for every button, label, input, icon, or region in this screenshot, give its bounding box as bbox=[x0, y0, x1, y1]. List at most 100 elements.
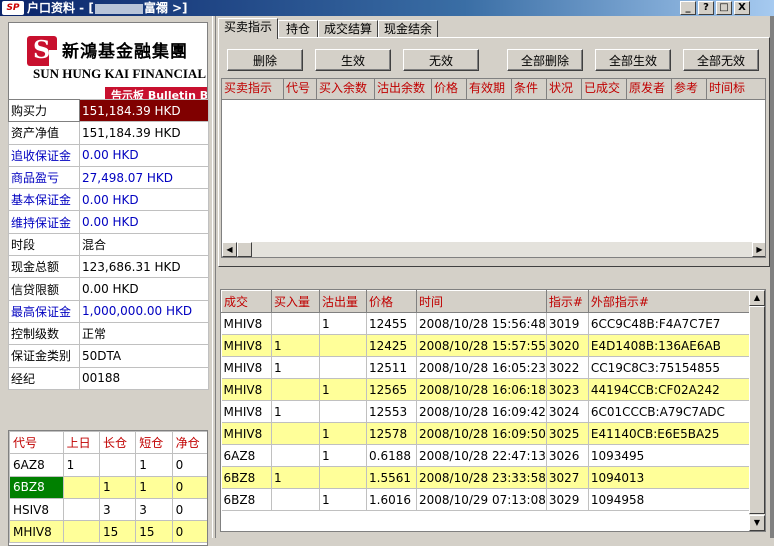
account-row[interactable]: 追收保证金 0.00 HKD bbox=[8, 143, 209, 167]
trade-cell: 1 bbox=[319, 422, 367, 445]
trade-cell: E41140CB:E6E5BA25 bbox=[588, 422, 751, 445]
orders-horizontal-scrollbar[interactable]: ◀ ▶ bbox=[222, 242, 765, 257]
scroll-down-icon[interactable]: ▼ bbox=[749, 515, 765, 531]
trade-row[interactable]: MHIV8 1 12565 2008/10/28 16:06:18 3023 44194C… bbox=[221, 378, 751, 401]
trade-cell: 2008/10/28 16:09:42 bbox=[416, 400, 547, 423]
trade-row[interactable]: 6AZ8 1 0.6188 2008/10/28 22:47:13 3026 109349… bbox=[221, 444, 751, 467]
position-cell: 6AZ8 bbox=[9, 453, 64, 477]
account-panel: 新鴻基金融集團 SUN HUNG KAI FINANCIAL 告示板 Bulle… bbox=[0, 16, 212, 546]
position-cell: 1 bbox=[135, 453, 173, 477]
account-row[interactable]: 现金总额 123,686.31 HKD bbox=[8, 255, 209, 279]
trade-cell bbox=[271, 378, 320, 401]
delete-button[interactable]: 删除 bbox=[227, 49, 303, 71]
account-row[interactable]: 时段 混合 bbox=[8, 232, 209, 257]
position-cell bbox=[98, 453, 137, 477]
trade-row[interactable]: MHIV8 1 12553 2008/10/28 16:09:42 3024 6C01CC… bbox=[221, 400, 751, 423]
trade-cell bbox=[319, 334, 367, 357]
scroll-thumb[interactable] bbox=[749, 306, 765, 514]
positions-grid: 代号 上日 长仓 短仓 净仓 6AZ8 1 1 0 6BZ8 1 1 0 HSIV8 3 3 0 … bbox=[8, 430, 208, 546]
position-cell: 1 bbox=[62, 453, 100, 477]
trades-vertical-scrollbar[interactable]: ▲ ▼ bbox=[749, 290, 765, 531]
account-value: 1,000,000.00 HKD bbox=[79, 299, 209, 323]
trade-row[interactable]: MHIV8 1 12511 2008/10/28 16:05:23 3022 CC19C8… bbox=[221, 356, 751, 379]
deactivate-all-button[interactable]: 全部无效 bbox=[683, 49, 759, 71]
account-row[interactable]: 控制级数 正常 bbox=[8, 321, 209, 346]
scroll-up-icon[interactable]: ▲ bbox=[749, 290, 765, 306]
account-row[interactable]: 商品盈亏 27,498.07 HKD bbox=[8, 165, 209, 190]
column-header[interactable]: 外部指示# bbox=[587, 290, 751, 313]
position-cell bbox=[62, 520, 100, 544]
position-cell: 1 bbox=[135, 475, 173, 499]
trade-cell: 3023 bbox=[546, 378, 589, 401]
column-header[interactable]: 条件 bbox=[512, 79, 547, 100]
account-row[interactable]: 购买力 151,184.39 HKD bbox=[8, 98, 209, 123]
trade-cell: 2008/10/28 16:05:23 bbox=[416, 356, 547, 379]
trade-row[interactable]: 6BZ8 1 1.5561 2008/10/28 23:33:58 3027 109401… bbox=[221, 466, 751, 489]
position-row[interactable]: 6AZ8 1 1 0 bbox=[9, 453, 207, 477]
scroll-left-icon[interactable]: ◀ bbox=[222, 242, 237, 257]
column-header[interactable]: 原发者 bbox=[627, 79, 672, 100]
close-button[interactable]: X bbox=[734, 1, 750, 15]
deactivate-button[interactable]: 无效 bbox=[403, 49, 479, 71]
position-row[interactable]: 6BZ8 1 1 0 bbox=[9, 475, 207, 499]
trade-cell: 12511 bbox=[366, 356, 417, 379]
trade-row[interactable]: MHIV8 1 12578 2008/10/28 16:09:50 3025 E41140… bbox=[221, 422, 751, 445]
column-header[interactable]: 代号 bbox=[284, 79, 317, 100]
account-row[interactable]: 信贷限额 0.00 HKD bbox=[8, 277, 209, 301]
delete-all-button[interactable]: 全部删除 bbox=[507, 49, 583, 71]
column-header[interactable]: 买入量 bbox=[271, 290, 320, 313]
account-row[interactable]: 基本保证金 0.00 HKD bbox=[8, 188, 209, 212]
account-label: 控制级数 bbox=[8, 321, 80, 346]
column-header[interactable]: 买卖指示 bbox=[222, 79, 284, 100]
column-header[interactable]: 价格 bbox=[366, 290, 417, 313]
account-row[interactable]: 维持保证金 0.00 HKD bbox=[8, 210, 209, 234]
maximize-button[interactable]: □ bbox=[716, 1, 732, 15]
account-row[interactable]: 最高保证金 1,000,000.00 HKD bbox=[8, 299, 209, 323]
column-header[interactable]: 指示# bbox=[545, 290, 589, 313]
account-row[interactable]: 保证金类别 50DTA bbox=[8, 344, 209, 368]
trade-row[interactable]: MHIV8 1 12455 2008/10/28 15:56:48 3019 6CC9C4… bbox=[221, 312, 751, 335]
column-header[interactable]: 成交 bbox=[221, 290, 272, 313]
column-header[interactable]: 净仓 bbox=[171, 431, 207, 455]
activate-all-button[interactable]: 全部生效 bbox=[595, 49, 671, 71]
column-header[interactable]: 时间 bbox=[416, 290, 547, 313]
column-header[interactable]: 买入余数 bbox=[317, 79, 375, 100]
trade-row[interactable]: 6BZ8 1 1.6016 2008/10/29 07:13:08 3029 109495… bbox=[221, 488, 751, 511]
position-row[interactable]: HSIV8 3 3 0 bbox=[9, 497, 207, 522]
column-header[interactable]: 长仓 bbox=[98, 431, 137, 455]
column-header[interactable]: 上日 bbox=[62, 431, 100, 455]
scroll-right-icon[interactable]: ▶ bbox=[752, 242, 765, 257]
trade-cell: 12553 bbox=[366, 400, 417, 423]
trade-cell: 1094958 bbox=[588, 488, 751, 511]
position-row[interactable]: MHIV8 15 15 0 bbox=[9, 520, 207, 544]
column-header[interactable]: 沽出量 bbox=[319, 290, 367, 313]
trade-cell: 1 bbox=[271, 334, 320, 357]
trade-cell: 1 bbox=[319, 378, 367, 401]
column-header[interactable]: 价格 bbox=[432, 79, 467, 100]
column-header[interactable]: 短仓 bbox=[135, 431, 173, 455]
column-header[interactable]: 已成交 bbox=[582, 79, 627, 100]
help-button[interactable]: ? bbox=[698, 1, 714, 15]
trade-cell: 6CC9C48B:F4A7C7E7 bbox=[588, 312, 751, 335]
column-header[interactable]: 有效期 bbox=[467, 79, 512, 100]
minimize-button[interactable]: _ bbox=[680, 1, 696, 15]
trade-row[interactable]: MHIV8 1 12425 2008/10/28 15:57:55 3020 E4D140… bbox=[221, 334, 751, 357]
account-row[interactable]: 经纪 00188 bbox=[8, 366, 209, 390]
column-header[interactable]: 状况 bbox=[547, 79, 582, 100]
column-header[interactable]: 代号 bbox=[9, 431, 64, 455]
trade-cell: 1.5561 bbox=[366, 466, 417, 489]
trade-cell: 3026 bbox=[546, 444, 589, 467]
tab-orders[interactable]: 买卖指示 bbox=[218, 18, 278, 39]
column-header[interactable]: 沽出余数 bbox=[375, 79, 432, 100]
activate-button[interactable]: 生效 bbox=[315, 49, 391, 71]
column-header[interactable]: 时间标 bbox=[707, 79, 765, 100]
tab-trade-settlement[interactable]: 成交结算 bbox=[318, 20, 378, 38]
trade-cell: 3022 bbox=[546, 356, 589, 379]
position-cell bbox=[62, 497, 100, 522]
tab-cash-balance[interactable]: 现金结余 bbox=[378, 20, 438, 38]
column-header[interactable]: 参考 bbox=[672, 79, 707, 100]
tab-positions[interactable]: 持仓 bbox=[278, 20, 318, 38]
scroll-thumb[interactable] bbox=[237, 242, 252, 257]
trade-cell bbox=[319, 466, 367, 489]
account-row[interactable]: 资产净值 151,184.39 HKD bbox=[8, 121, 209, 145]
